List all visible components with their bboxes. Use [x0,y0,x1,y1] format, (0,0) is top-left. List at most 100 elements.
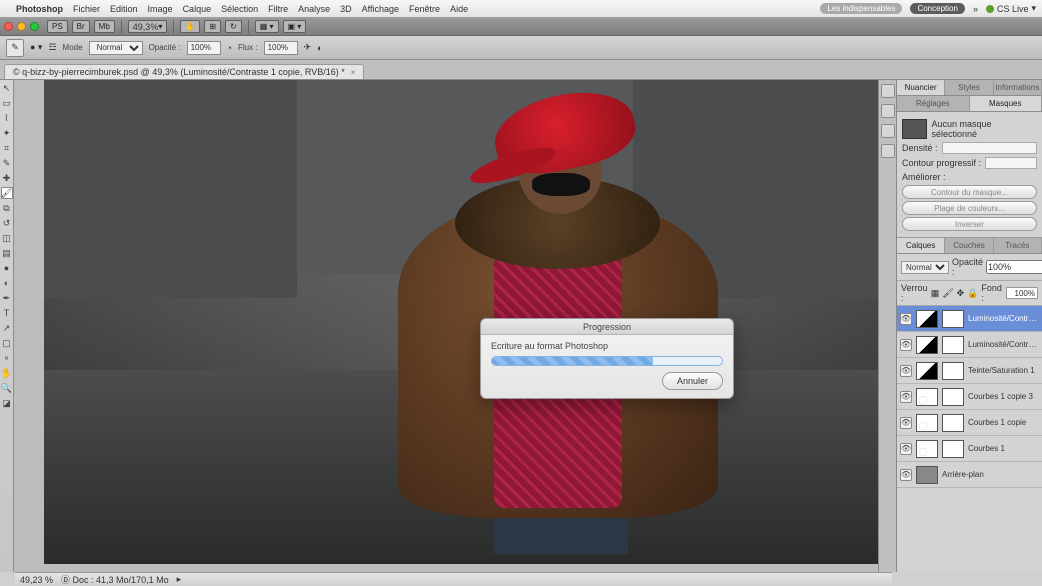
flow-input[interactable] [264,41,298,55]
launch-bridge-icon[interactable]: Br [72,20,90,33]
menu-3d[interactable]: 3D [340,4,352,14]
active-tool-icon[interactable]: ✎ [6,39,24,57]
density-field[interactable] [942,142,1037,154]
fg-bg-color-icon[interactable]: ◪ [1,397,13,409]
layer-blend-select[interactable]: Normal [901,261,949,274]
lock-pos-icon[interactable]: ✥ [957,288,965,299]
eraser-tool-icon[interactable]: ◫ [1,232,13,244]
close-tab-icon[interactable]: × [351,68,356,77]
hand-tool-icon[interactable]: ✋ [180,20,200,33]
layer-opacity-input[interactable] [986,260,1042,274]
3d-tool-icon[interactable]: ⚬ [1,352,13,364]
actions-panel-icon[interactable] [881,104,895,118]
airbrush-icon[interactable]: ✈ [304,42,312,53]
menu-analyse[interactable]: Analyse [298,4,330,14]
cancel-button[interactable]: Annuler [662,372,723,390]
menu-calque[interactable]: Calque [183,4,212,14]
status-zoom[interactable]: 49,23 % [20,575,53,585]
stamp-tool-icon[interactable]: ⧉ [1,202,13,214]
layer-row[interactable]: 👁Courbes 1 copie 3 [897,384,1042,410]
menu-affichage[interactable]: Affichage [362,4,399,14]
app-menu[interactable]: Photoshop [16,4,63,14]
crop-tool-icon[interactable]: ⌗ [1,142,13,154]
status-chevron-icon[interactable]: ▸ [177,574,182,585]
lock-all-icon[interactable]: 🔒 [967,288,978,299]
tab-informations[interactable]: Informations [994,80,1042,95]
color-range-button[interactable]: Plage de couleurs... [902,201,1037,215]
pen-tool-icon[interactable]: ✒ [1,292,13,304]
close-window-button[interactable] [4,22,13,31]
arrange-docs-icon[interactable]: ▦ ▾ [255,20,279,33]
eye-icon[interactable]: 👁 [900,469,912,481]
hand-tool-icon[interactable]: ✋ [1,367,13,379]
tab-reglages[interactable]: Réglages [897,96,970,111]
brush-tool-icon[interactable]: 🖌 [1,187,13,199]
dodge-tool-icon[interactable]: ◐ [1,277,13,289]
type-tool-icon[interactable]: T [1,307,13,319]
menu-aide[interactable]: Aide [450,4,468,14]
eye-icon[interactable]: 👁 [900,391,912,403]
screen-mode-icon[interactable]: ▣ ▾ [283,20,307,33]
layer-row[interactable]: 👁Arrière-plan [897,462,1042,488]
workspace-essentials[interactable]: Les indispensables [820,3,902,14]
path-tool-icon[interactable]: ↗ [1,322,13,334]
opacity-input[interactable] [187,41,221,55]
zoom-tool-icon[interactable]: 🔍 [1,382,13,394]
eye-icon[interactable]: 👁 [900,313,912,325]
para-panel-icon[interactable] [881,144,895,158]
eye-icon[interactable]: 👁 [900,443,912,455]
tab-styles[interactable]: Styles [945,80,993,95]
tab-nuancier[interactable]: Nuancier [897,80,945,95]
workspace-more-icon[interactable]: » [973,4,978,14]
move-tool-icon[interactable]: ↖ [1,82,13,94]
tab-masques[interactable]: Masques [970,96,1042,111]
tab-couches[interactable]: Couches [945,238,993,253]
marquee-tool-icon[interactable]: ▭ [1,97,13,109]
brush-panel-icon[interactable]: ☲ [48,42,56,53]
opacity-pressure-icon[interactable]: ◔ [227,43,232,53]
eyedropper-tool-icon[interactable]: ✎ [1,157,13,169]
tab-calques[interactable]: Calques [897,238,945,253]
lock-trans-icon[interactable]: ▦ [931,288,940,299]
gradient-tool-icon[interactable]: ▤ [1,247,13,259]
mask-edge-button[interactable]: Contour du masque... [902,185,1037,199]
heal-tool-icon[interactable]: ✚ [1,172,13,184]
lock-pixels-icon[interactable]: 🖌 [942,288,953,299]
workspace-design[interactable]: Conception [910,3,964,14]
eye-icon[interactable]: 👁 [900,339,912,351]
menu-fichier[interactable]: Fichier [73,4,100,14]
layer-row[interactable]: 👁Courbes 1 copie [897,410,1042,436]
tablet-pressure-icon[interactable]: ◐ [317,43,322,53]
menu-fenetre[interactable]: Fenêtre [409,4,440,14]
minimize-window-button[interactable] [17,22,26,31]
document-tab[interactable]: © q-bizz-by-pierrecimburek.psd @ 49,3% (… [4,64,364,79]
eye-icon[interactable]: 👁 [900,365,912,377]
launch-minibridge-icon[interactable]: Mb [94,20,115,33]
eye-icon[interactable]: 👁 [900,417,912,429]
menu-image[interactable]: Image [148,4,173,14]
layer-row[interactable]: 👁Luminosité/Contraste 1 [897,332,1042,358]
view-extras-icon[interactable]: ⊞ [204,20,221,33]
cs-live-button[interactable]: CS Live▾ [986,3,1036,14]
fill-input[interactable] [1006,287,1038,299]
menu-selection[interactable]: Sélection [221,4,258,14]
char-panel-icon[interactable] [881,124,895,138]
brush-preset-icon[interactable]: ● ▾ [30,42,42,53]
blend-mode-select[interactable]: Normal [89,41,143,55]
launch-ps-icon[interactable]: PS [47,20,68,33]
history-brush-tool-icon[interactable]: ↺ [1,217,13,229]
wand-tool-icon[interactable]: ✦ [1,127,13,139]
blur-tool-icon[interactable]: ● [1,262,13,274]
feather-field[interactable] [985,157,1037,169]
rotate-view-icon[interactable]: ↻ [225,20,242,33]
document-canvas[interactable] [44,80,886,564]
invert-button[interactable]: Inverser [902,217,1037,231]
lasso-tool-icon[interactable]: ⌇ [1,112,13,124]
shape-tool-icon[interactable]: ▢ [1,337,13,349]
layer-row[interactable]: 👁Luminosité/Contraste 1 copie [897,306,1042,332]
history-panel-icon[interactable] [881,84,895,98]
tab-traces[interactable]: Tracés [994,238,1042,253]
menu-filtre[interactable]: Filtre [268,4,288,14]
menu-edition[interactable]: Edition [110,4,138,14]
layer-row[interactable]: 👁Teinte/Saturation 1 [897,358,1042,384]
